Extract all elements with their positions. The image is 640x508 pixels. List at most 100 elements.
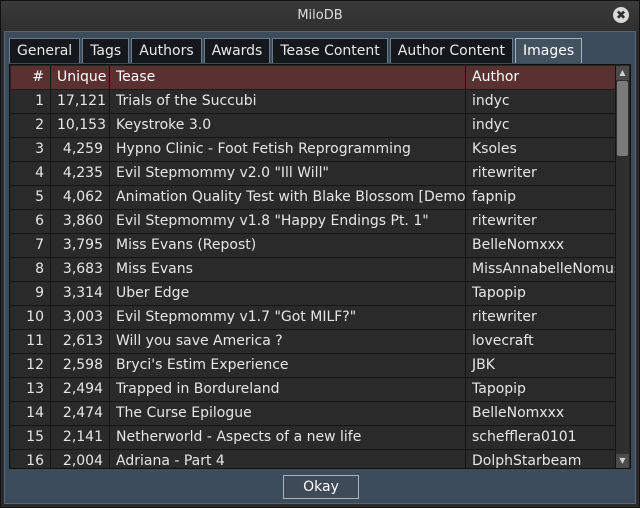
milodb-window: MiloDB ✖ General Tags Authors Awards Tea…: [0, 0, 640, 508]
cell-unique: 2,613: [51, 330, 110, 354]
cell-unique: 17,121: [51, 90, 110, 114]
cell-author: BelleNomxxx: [466, 234, 616, 258]
cell-tease: Trapped in Bordureland: [110, 378, 466, 402]
scroll-down-icon[interactable]: ▼: [616, 454, 629, 468]
cell-author: MissAnnabelleNomus: [466, 258, 616, 282]
cell-unique: 3,795: [51, 234, 110, 258]
cell-author: indyc: [466, 90, 616, 114]
tab-awards[interactable]: Awards: [203, 38, 271, 63]
cell-tease: Bryci's Estim Experience: [110, 354, 466, 378]
cell-author: JBK: [466, 354, 616, 378]
cell-tease: Hypno Clinic - Foot Fetish Reprogramming: [110, 138, 466, 162]
cell-number: 14: [11, 402, 51, 426]
table-row[interactable]: 14 2,474 The Curse Epilogue BelleNomxxx: [11, 402, 616, 426]
cell-number: 9: [11, 282, 51, 306]
cell-tease: The Curse Epilogue: [110, 402, 466, 426]
cell-author: indyc: [466, 114, 616, 138]
cell-unique: 4,259: [51, 138, 110, 162]
cell-author: ritewriter: [466, 210, 616, 234]
title-bar[interactable]: MiloDB ✖: [1, 1, 639, 31]
cell-unique: 3,860: [51, 210, 110, 234]
cell-tease: Uber Edge: [110, 282, 466, 306]
cell-number: 12: [11, 354, 51, 378]
cell-number: 15: [11, 426, 51, 450]
cell-number: 7: [11, 234, 51, 258]
tab-tags[interactable]: Tags: [82, 38, 130, 63]
cell-author: BelleNomxxx: [466, 402, 616, 426]
cell-tease: Netherworld - Aspects of a new life: [110, 426, 466, 450]
cell-author: fapnip: [466, 186, 616, 210]
table-row[interactable]: 7 3,795 Miss Evans (Repost) BelleNomxxx: [11, 234, 616, 258]
table-row[interactable]: 6 3,860 Evil Stepmommy v1.8 "Happy Endin…: [11, 210, 616, 234]
column-header-author[interactable]: Author: [466, 66, 616, 90]
table-row[interactable]: 3 4,259 Hypno Clinic - Foot Fetish Repro…: [11, 138, 616, 162]
cell-tease: Keystroke 3.0: [110, 114, 466, 138]
tab-images[interactable]: Images: [515, 38, 583, 63]
cell-author: schefflera0101: [466, 426, 616, 450]
cell-unique: 2,474: [51, 402, 110, 426]
table-row[interactable]: 10 3,003 Evil Stepmommy v1.7 "Got MILF?"…: [11, 306, 616, 330]
column-header-number[interactable]: #: [11, 66, 51, 90]
cell-number: 6: [11, 210, 51, 234]
cell-unique: 4,235: [51, 162, 110, 186]
scroll-up-icon[interactable]: ▲: [616, 66, 629, 80]
cell-author: lovecraft: [466, 330, 616, 354]
cell-unique: 2,598: [51, 354, 110, 378]
cell-tease: Evil Stepmommy v1.7 "Got MILF?": [110, 306, 466, 330]
cell-tease: Will you save America ?: [110, 330, 466, 354]
table-row[interactable]: 8 3,683 Miss Evans MissAnnabelleNomus: [11, 258, 616, 282]
cell-unique: 3,683: [51, 258, 110, 282]
cell-number: 10: [11, 306, 51, 330]
scroll-thumb[interactable]: [617, 81, 628, 156]
cell-number: 2: [11, 114, 51, 138]
table-row[interactable]: 2 10,153 Keystroke 3.0 indyc: [11, 114, 616, 138]
table-row[interactable]: 5 4,062 Animation Quality Test with Blak…: [11, 186, 616, 210]
cell-unique: 10,153: [51, 114, 110, 138]
cell-author: Tapopip: [466, 378, 616, 402]
cell-unique: 2,004: [51, 450, 110, 468]
dialog-content: General Tags Authors Awards Tease Conten…: [4, 31, 636, 504]
close-icon[interactable]: ✖: [613, 7, 629, 23]
table-row[interactable]: 12 2,598 Bryci's Estim Experience JBK: [11, 354, 616, 378]
table-row[interactable]: 9 3,314 Uber Edge Tapopip: [11, 282, 616, 306]
tab-authors[interactable]: Authors: [131, 38, 202, 63]
cell-number: 5: [11, 186, 51, 210]
cell-tease: Trials of the Succubi: [110, 90, 466, 114]
tab-panel-images: # Unique Tease Author 1 17,121 Trials of…: [9, 64, 631, 469]
okay-button[interactable]: Okay: [283, 475, 359, 499]
cell-number: 16: [11, 450, 51, 468]
cell-number: 1: [11, 90, 51, 114]
cell-author: DolphStarbeam: [466, 450, 616, 468]
window-title: MiloDB: [297, 8, 343, 23]
cell-number: 8: [11, 258, 51, 282]
tab-general[interactable]: General: [9, 38, 81, 63]
table-row[interactable]: 1 17,121 Trials of the Succubi indyc: [11, 90, 616, 114]
column-header-tease[interactable]: Tease: [110, 66, 466, 90]
cell-number: 11: [11, 330, 51, 354]
cell-author: ritewriter: [466, 306, 616, 330]
cell-unique: 2,141: [51, 426, 110, 450]
table-row[interactable]: 15 2,141 Netherworld - Aspects of a new …: [11, 426, 616, 450]
cell-tease: Animation Quality Test with Blake Blosso…: [110, 186, 466, 210]
column-header-unique[interactable]: Unique: [51, 66, 110, 90]
vertical-scrollbar[interactable]: ▲ ▼: [615, 66, 629, 468]
cell-unique: 3,314: [51, 282, 110, 306]
cell-tease: Adriana - Part 4: [110, 450, 466, 468]
cell-author: Ksoles: [466, 138, 616, 162]
cell-tease: Miss Evans: [110, 258, 466, 282]
tab-tease-content[interactable]: Tease Content: [272, 38, 388, 63]
cell-number: 4: [11, 162, 51, 186]
cell-author: ritewriter: [466, 162, 616, 186]
table-row[interactable]: 13 2,494 Trapped in Bordureland Tapopip: [11, 378, 616, 402]
cell-number: 13: [11, 378, 51, 402]
table-row[interactable]: 4 4,235 Evil Stepmommy v2.0 "Ill Will" r…: [11, 162, 616, 186]
tab-author-content[interactable]: Author Content: [389, 38, 514, 63]
cell-unique: 3,003: [51, 306, 110, 330]
results-table: # Unique Tease Author 1 17,121 Trials of…: [11, 66, 616, 468]
table-row[interactable]: 16 2,004 Adriana - Part 4 DolphStarbeam: [11, 450, 616, 468]
cell-tease: Evil Stepmommy v2.0 "Ill Will": [110, 162, 466, 186]
cell-author: Tapopip: [466, 282, 616, 306]
cell-unique: 2,494: [51, 378, 110, 402]
tab-bar: General Tags Authors Awards Tease Conten…: [9, 38, 584, 64]
table-row[interactable]: 11 2,613 Will you save America ? lovecra…: [11, 330, 616, 354]
